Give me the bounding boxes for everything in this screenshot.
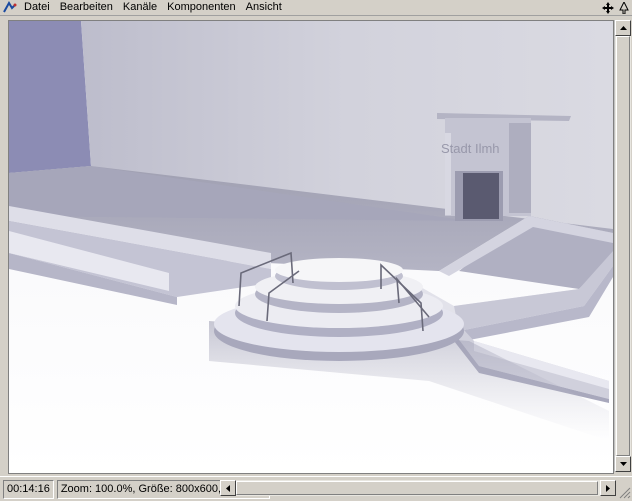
arrow-left-icon	[226, 484, 230, 492]
vertical-scroll-thumb[interactable]	[616, 36, 630, 456]
menu-ansicht[interactable]: Ansicht	[241, 0, 287, 15]
arrow-right-icon	[606, 484, 610, 492]
menu-kanaele[interactable]: Kanäle	[118, 0, 162, 15]
menu-right-tools	[602, 0, 630, 15]
menu-komponenten[interactable]: Komponenten	[162, 0, 241, 15]
scroll-left-button[interactable]	[220, 480, 236, 496]
arrow-down-icon	[619, 462, 627, 466]
pin-icon[interactable]	[618, 1, 630, 14]
scroll-right-button[interactable]	[600, 480, 616, 496]
scroll-down-button[interactable]	[615, 456, 631, 472]
render-time: 00:14:16	[3, 479, 54, 499]
render-viewport[interactable]: Stadt Ilmh	[8, 20, 614, 474]
render-image: Stadt Ilmh	[9, 21, 613, 473]
scroll-up-button[interactable]	[615, 20, 631, 36]
horizontal-scroll-thumb[interactable]	[236, 481, 598, 495]
resize-grip-icon[interactable]	[619, 487, 631, 499]
app-logo-icon[interactable]	[3, 1, 17, 14]
scene-sign-text: Stadt Ilmh	[441, 141, 500, 156]
arrow-up-icon	[619, 26, 627, 30]
menu-bearbeiten[interactable]: Bearbeiten	[55, 0, 118, 15]
menu-datei[interactable]: Datei	[19, 0, 55, 15]
menu-bar: Datei Bearbeiten Kanäle Komponenten Ansi…	[0, 0, 632, 16]
move-icon[interactable]	[602, 1, 614, 14]
horizontal-scrollbar[interactable]	[220, 480, 616, 496]
vertical-scrollbar[interactable]	[614, 20, 631, 472]
